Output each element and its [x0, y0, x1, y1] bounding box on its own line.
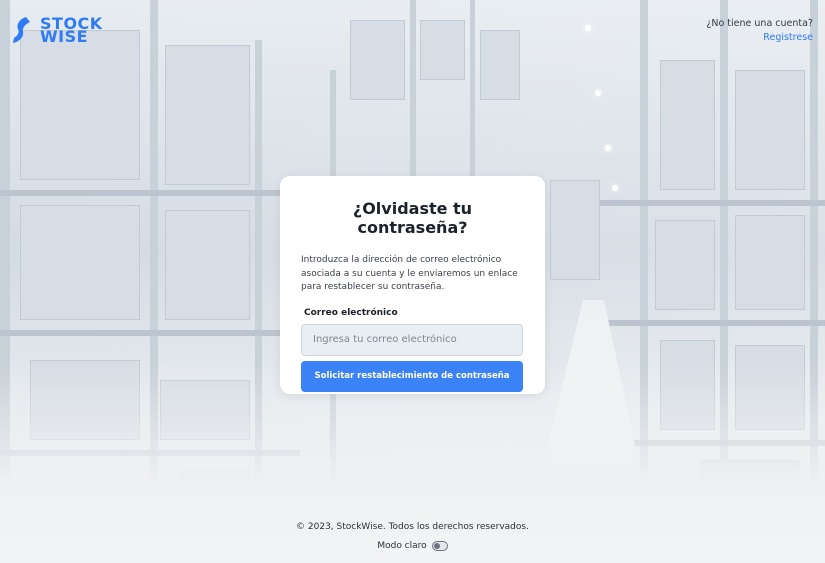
page-title: ¿Olvidaste tu contraseña?: [352, 199, 473, 237]
stockwise-logo-icon: [13, 17, 30, 43]
forgot-password-card: ¿Olvidaste tu contraseña? Introduzca la …: [280, 176, 545, 394]
signup-prompt: ¿No tiene una cuenta? Registrese: [706, 17, 813, 45]
register-link[interactable]: Registrese: [706, 31, 813, 45]
theme-toggle-icon: [433, 543, 440, 549]
theme-toggle[interactable]: [431, 541, 448, 551]
signup-question: ¿No tiene una cuenta?: [706, 18, 813, 29]
email-label: Correo electrónico: [304, 307, 398, 318]
logo-wordmark: STOCK WISE: [40, 16, 103, 45]
copyright-text: © 2023, StockWise. Todos los derechos re…: [296, 522, 529, 532]
form-description: Introduzca la dirección de correo electr…: [301, 255, 518, 292]
mode-label: Modo claro: [377, 541, 427, 551]
email-field[interactable]: [301, 323, 523, 356]
request-reset-button[interactable]: Solicitar restablecimiento de contraseña: [301, 360, 523, 392]
theme-mode-switch: Modo claro: [0, 541, 825, 551]
stockwise-logo[interactable]: STOCK WISE: [12, 16, 103, 45]
